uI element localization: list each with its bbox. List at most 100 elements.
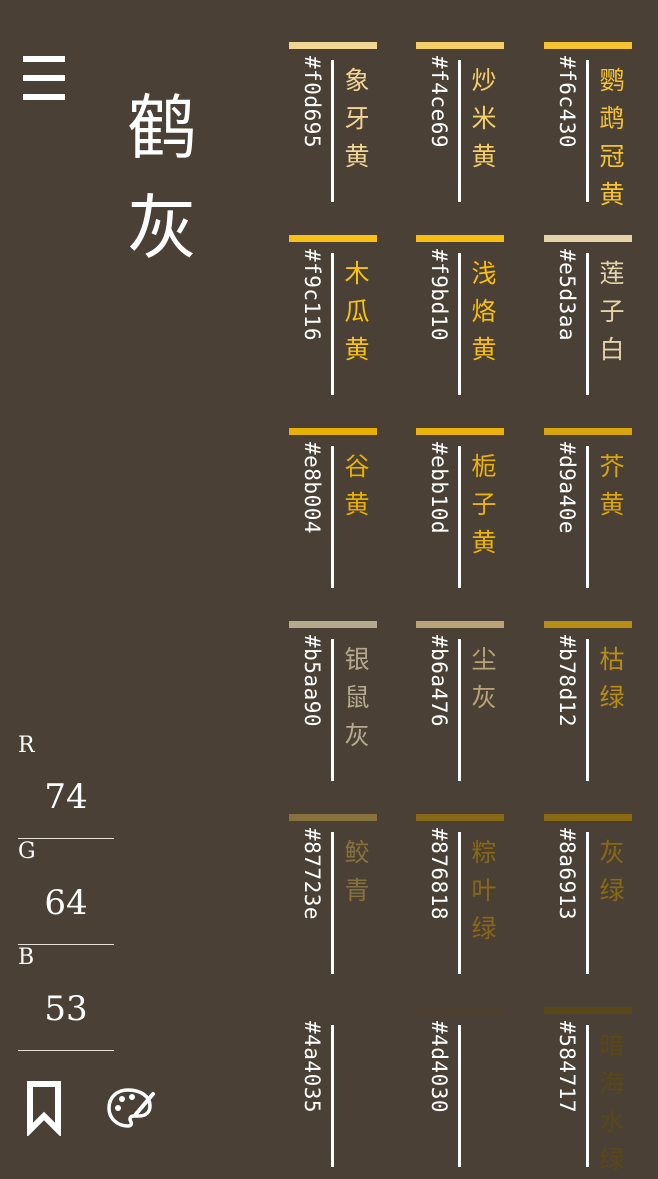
color-swatch-bar — [289, 1007, 377, 1014]
menu-icon[interactable] — [23, 56, 65, 100]
blue-underline — [18, 1050, 114, 1051]
color-divider-line — [458, 1025, 461, 1167]
color-name: 尘灰 — [471, 645, 497, 712]
color-name: 象牙黄 — [344, 66, 370, 171]
color-name: 莲子白 — [599, 259, 625, 364]
color-divider-line — [586, 1025, 589, 1167]
red-value: 74 — [44, 777, 88, 817]
green-value-field: G 64 — [18, 839, 114, 945]
color-swatch-bar — [289, 621, 377, 628]
color-hex-code: #b6a476 — [427, 635, 451, 728]
color-card[interactable]: #b5aa90 银鼠灰 — [289, 621, 377, 781]
color-divider-line — [331, 639, 334, 781]
color-divider-line — [458, 639, 461, 781]
color-card[interactable]: #8a6913 灰绿 — [544, 814, 632, 974]
color-swatch-bar — [416, 814, 504, 821]
color-grid: #f0d695 象牙黄 #f4ce69 炒米黄 #f6c430 鹦鹉冠黄 #f9c116 木瓜… — [289, 0, 649, 1174]
color-name: 暗海水绿 — [599, 1031, 625, 1174]
color-divider-line — [331, 832, 334, 974]
blue-value: 53 — [44, 989, 88, 1029]
color-hex-code: #4d4030 — [427, 1021, 451, 1114]
color-card[interactable]: #f9bd10 浅烙黄 — [416, 235, 504, 395]
color-swatch-bar — [544, 814, 632, 821]
color-name: 粽叶绿 — [471, 838, 497, 943]
menu-icon-bar — [23, 56, 65, 62]
color-card[interactable]: #ebb10d 栀子黄 — [416, 428, 504, 588]
bookmark-icon[interactable] — [26, 1080, 62, 1138]
color-card[interactable]: #f0d695 象牙黄 — [289, 42, 377, 202]
color-swatch-bar — [416, 621, 504, 628]
color-card[interactable]: #b78d12 枯绿 — [544, 621, 632, 781]
color-divider-line — [331, 1025, 334, 1167]
color-divider-line — [586, 446, 589, 588]
color-name: 炒米黄 — [471, 66, 497, 171]
color-divider-line — [586, 832, 589, 974]
color-card[interactable]: #f4ce69 炒米黄 — [416, 42, 504, 202]
color-swatch-bar — [289, 428, 377, 435]
color-card[interactable]: #f9c116 木瓜黄 — [289, 235, 377, 395]
color-hex-code: #87723e — [300, 828, 324, 921]
color-divider-line — [586, 639, 589, 781]
color-card[interactable]: #4d4030 — [416, 1007, 504, 1167]
color-swatch-bar — [544, 428, 632, 435]
color-hex-code: #4a4035 — [300, 1021, 324, 1114]
color-card[interactable]: #4a4035 — [289, 1007, 377, 1167]
color-card[interactable]: #f6c430 鹦鹉冠黄 — [544, 42, 632, 209]
color-hex-code: #ebb10d — [427, 442, 451, 535]
color-name: 木瓜黄 — [344, 259, 370, 364]
color-swatch-bar — [289, 42, 377, 49]
color-card[interactable]: #876818 粽叶绿 — [416, 814, 504, 974]
color-name: 银鼠灰 — [344, 645, 370, 750]
color-swatch-bar — [289, 235, 377, 242]
color-hex-code: #876818 — [427, 828, 451, 921]
color-name: 芥黄 — [599, 452, 625, 519]
color-hex-code: #f4ce69 — [427, 56, 451, 149]
red-value-field: R 74 — [18, 733, 114, 839]
color-hex-code: #d9a40e — [555, 442, 579, 535]
color-divider-line — [331, 60, 334, 202]
color-card[interactable]: #e5d3aa 莲子白 — [544, 235, 632, 395]
palette-icon[interactable] — [106, 1086, 156, 1130]
color-divider-line — [331, 446, 334, 588]
blue-value-field: B 53 — [18, 945, 114, 1051]
color-hex-code: #f9bd10 — [427, 249, 451, 342]
color-divider-line — [458, 60, 461, 202]
color-divider-line — [458, 832, 461, 974]
color-card[interactable]: #584717 暗海水绿 — [544, 1007, 632, 1174]
current-color-name: 鹤灰 — [127, 87, 197, 269]
color-swatch-bar — [544, 235, 632, 242]
color-name: 枯绿 — [599, 645, 625, 712]
color-divider-line — [331, 253, 334, 395]
color-name: 灰绿 — [599, 838, 625, 905]
color-hex-code: #8a6913 — [555, 828, 579, 921]
color-name: 鹦鹉冠黄 — [599, 66, 625, 209]
color-hex-code: #f0d695 — [300, 56, 324, 149]
color-hex-code: #584717 — [555, 1021, 579, 1114]
color-card[interactable]: #87723e 鲛青 — [289, 814, 377, 974]
color-name: 鲛青 — [344, 838, 370, 905]
green-value: 64 — [44, 883, 88, 923]
green-label: G — [18, 839, 36, 864]
red-label: R — [18, 733, 35, 758]
color-swatch-bar — [416, 1007, 504, 1014]
color-card[interactable]: #b6a476 尘灰 — [416, 621, 504, 781]
color-hex-code: #b78d12 — [555, 635, 579, 728]
color-swatch-bar — [416, 235, 504, 242]
color-card[interactable]: #d9a40e 芥黄 — [544, 428, 632, 588]
color-divider-line — [586, 60, 589, 202]
menu-icon-bar — [23, 94, 65, 100]
color-name: 栀子黄 — [471, 452, 497, 557]
color-swatch-bar — [416, 42, 504, 49]
color-name: 浅烙黄 — [471, 259, 497, 364]
color-hex-code: #e5d3aa — [555, 249, 579, 342]
menu-icon-bar — [23, 75, 65, 81]
color-name: 谷黄 — [344, 452, 370, 519]
color-card[interactable]: #e8b004 谷黄 — [289, 428, 377, 588]
color-hex-code: #f6c430 — [555, 56, 579, 149]
color-divider-line — [586, 253, 589, 395]
color-swatch-bar — [416, 428, 504, 435]
color-hex-code: #e8b004 — [300, 442, 324, 535]
blue-label: B — [18, 945, 35, 970]
color-swatch-bar — [544, 1007, 632, 1014]
color-swatch-bar — [544, 621, 632, 628]
